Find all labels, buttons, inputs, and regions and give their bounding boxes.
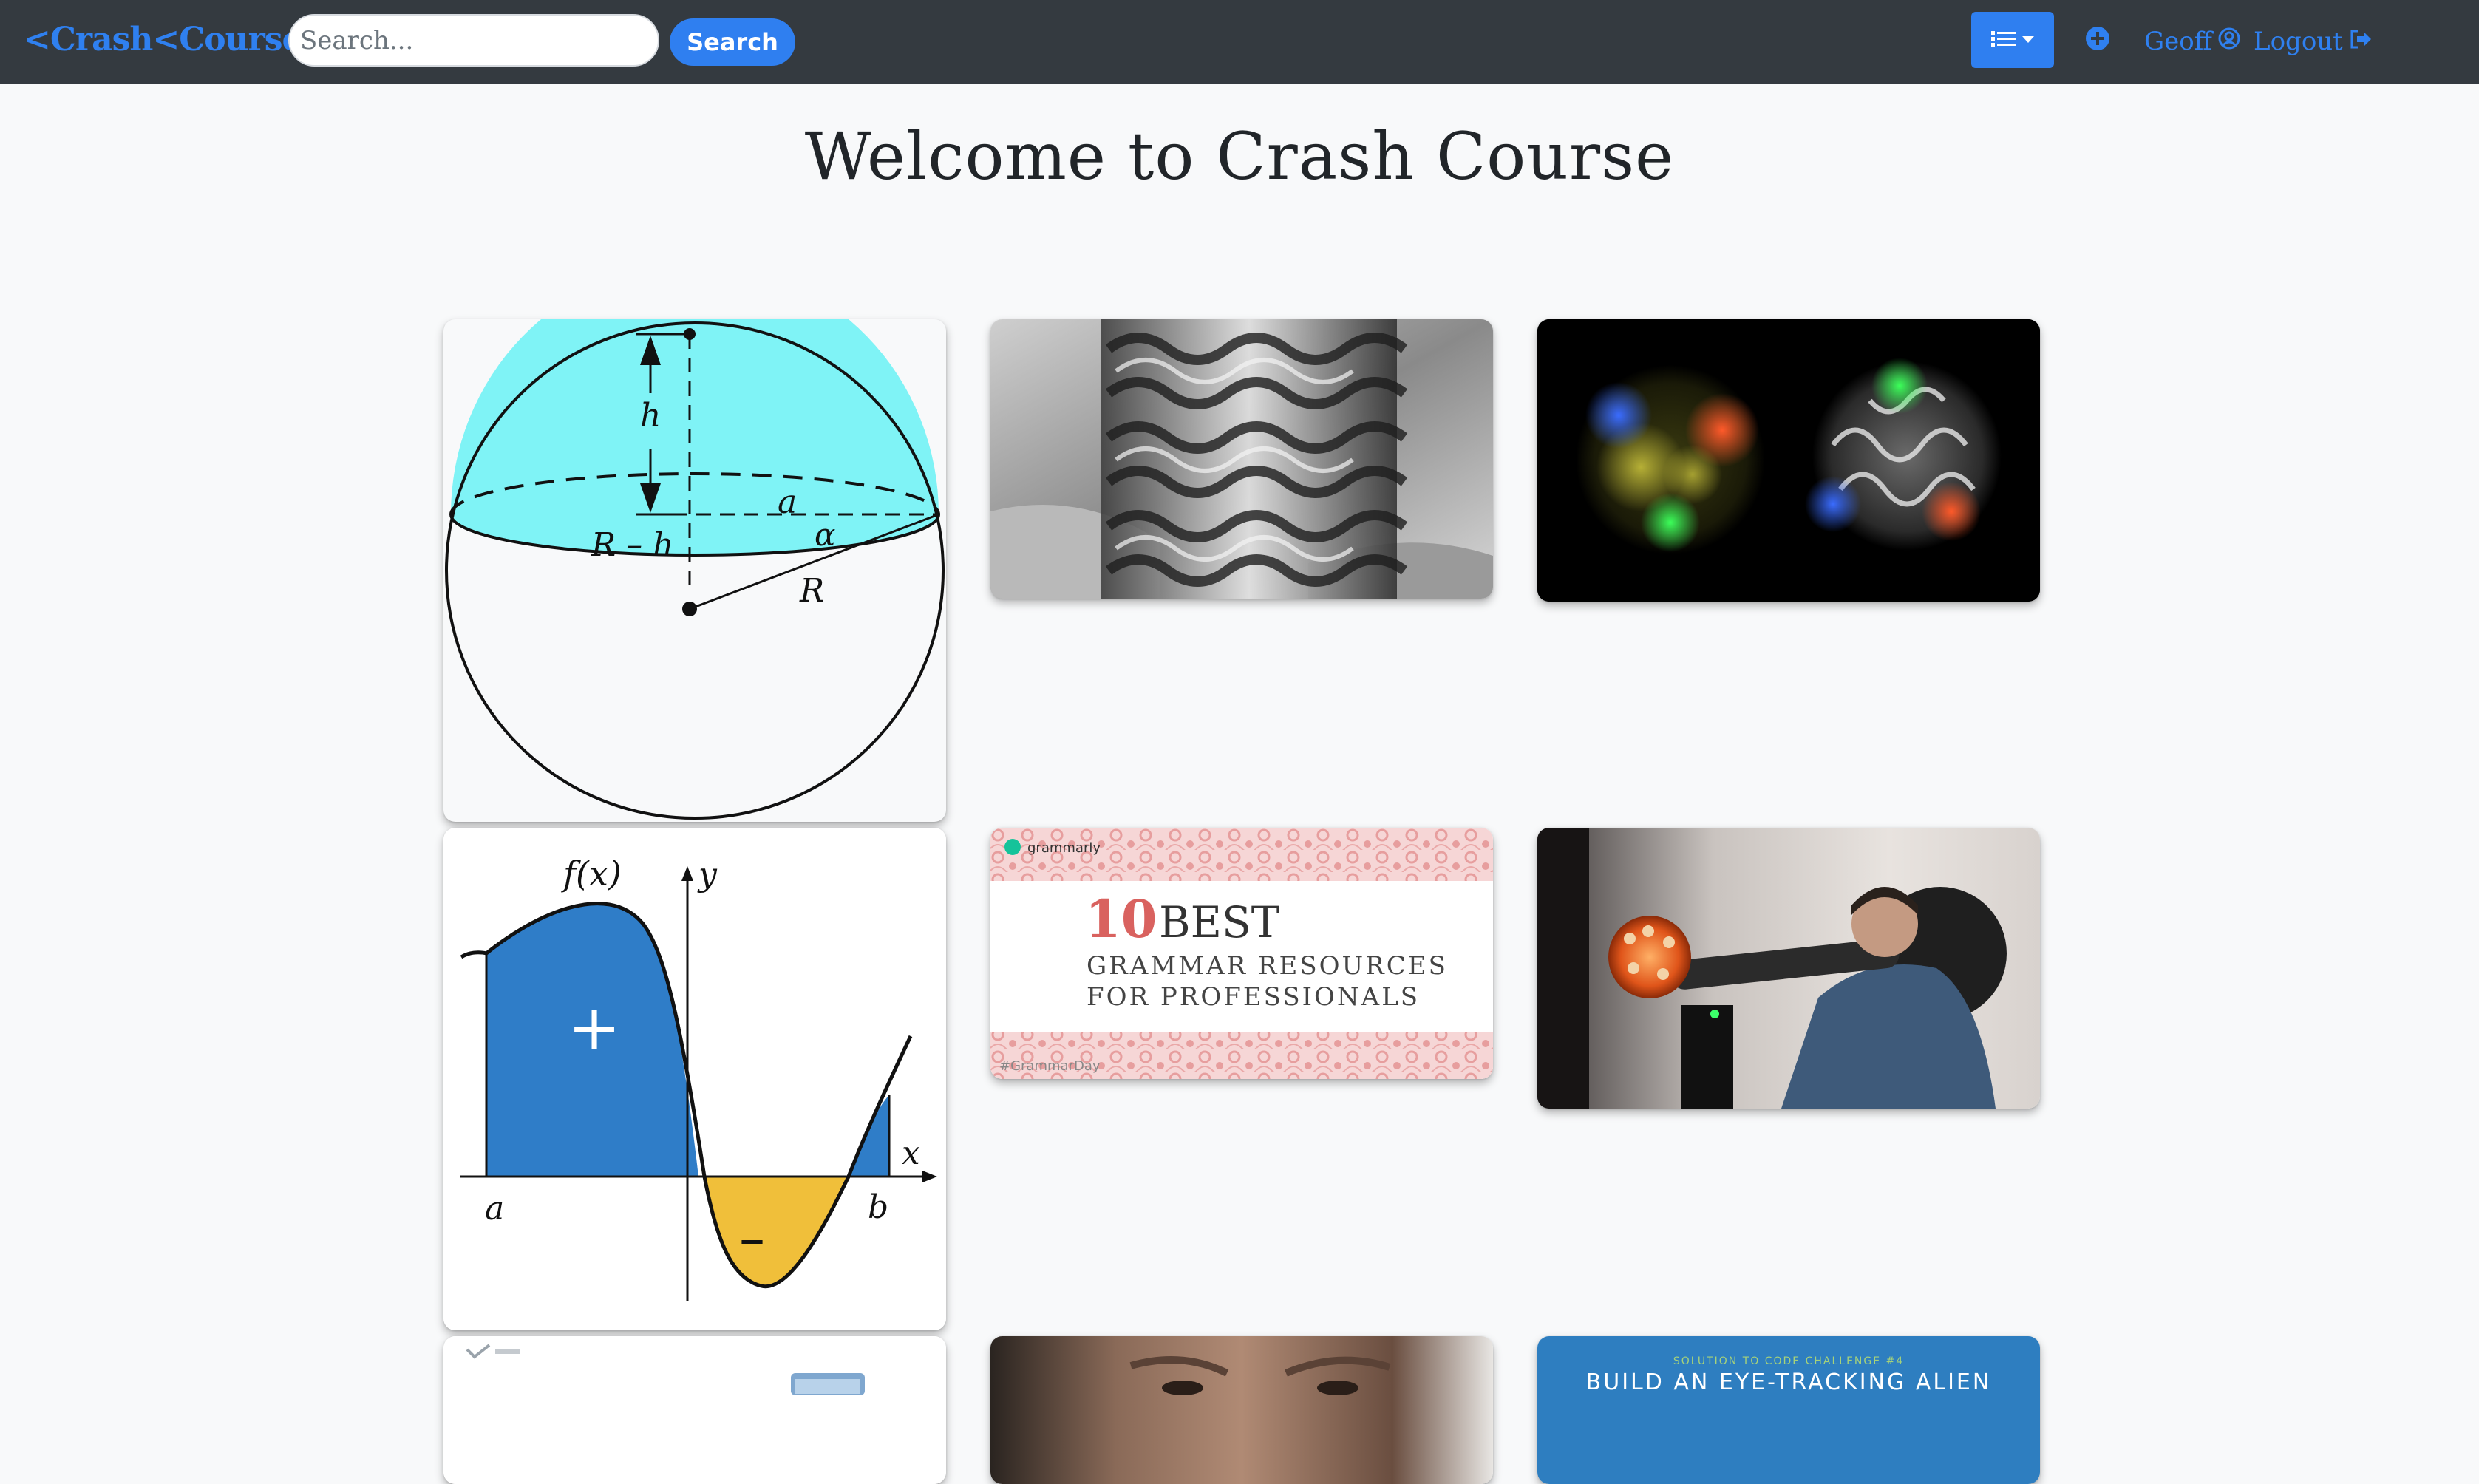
user-profile-link[interactable]: Geoff — [2144, 19, 2240, 64]
search-input[interactable] — [288, 14, 659, 67]
label-minus: – — [739, 1208, 765, 1269]
course-card-sphere[interactable]: h a R – h α R — [443, 319, 946, 822]
search-button[interactable]: Search — [670, 18, 795, 66]
logout-link[interactable]: Logout — [2254, 19, 2373, 64]
label-r-minus-h: R – h — [591, 526, 673, 564]
plus-circle-icon[interactable] — [2084, 25, 2111, 52]
banner-best: BEST — [1159, 897, 1280, 947]
list-icon — [1991, 30, 2016, 51]
label-fx: f(x) — [561, 854, 622, 894]
challenge-kicker: SOLUTION TO CODE CHALLENGE #4 — [1673, 1355, 1904, 1367]
grammarly-brand: grammarly — [1027, 840, 1101, 856]
label-x: x — [902, 1134, 920, 1172]
label-plus: + — [568, 991, 621, 1065]
label-h: h — [640, 397, 661, 435]
sign-out-icon — [2349, 27, 2373, 56]
course-card-grammarly[interactable]: grammarly 10 BEST GRAMMAR RESOURCES FOR … — [990, 828, 1493, 1079]
challenge-title: BUILD AN EYE-TRACKING ALIEN — [1586, 1369, 1992, 1395]
sphere-cap-diagram: h a R – h α R — [445, 319, 945, 820]
course-card-code-challenge[interactable]: SOLUTION TO CODE CHALLENGE #4 BUILD AN E… — [1537, 1336, 2040, 1484]
label-b: b — [868, 1188, 888, 1226]
navbar: <Crash<Course Search Geoff — [0, 0, 2479, 84]
user-circle-icon — [2218, 27, 2240, 56]
label-a: a — [485, 1190, 504, 1228]
page-title: Welcome to Crash Course — [804, 118, 1675, 194]
banner-hashtag: #GrammarDay — [999, 1058, 1101, 1074]
course-card-portrait[interactable] — [990, 1336, 1493, 1484]
grammarly-banner: grammarly 10 BEST GRAMMAR RESOURCES FOR … — [990, 828, 1493, 1079]
brand-logo[interactable]: <Crash<Course — [24, 18, 303, 62]
label-y: y — [697, 856, 718, 894]
course-card-spheres[interactable] — [1537, 319, 2040, 602]
elderly-man-portrait — [990, 1336, 1493, 1484]
course-card-gyroid[interactable] — [990, 319, 1493, 599]
label-a: a — [778, 483, 797, 521]
course-card-blaster[interactable] — [1537, 828, 2040, 1109]
banner-line2: FOR PROFESSIONALS — [1087, 982, 1420, 1012]
menu-dropdown-button[interactable] — [1971, 12, 2054, 68]
code-challenge-thumbnail: SOLUTION TO CODE CHALLENGE #4 BUILD AN E… — [1537, 1336, 2040, 1484]
gyroid-3d-print-photo — [990, 319, 1493, 599]
document-with-flask — [443, 1336, 946, 1484]
glowing-sphere-render — [1537, 319, 2040, 602]
label-r: R — [799, 572, 824, 610]
logout-label: Logout — [2254, 27, 2343, 56]
username: Geoff — [2144, 27, 2212, 56]
course-card-document[interactable] — [443, 1336, 946, 1484]
course-card-integral[interactable]: f(x) y x a b + – — [443, 828, 946, 1330]
caret-down-icon — [2022, 35, 2034, 46]
man-with-prop-blaster-photo — [1537, 828, 2040, 1109]
banner-line1: GRAMMAR RESOURCES — [1087, 951, 1448, 981]
label-alpha: α — [815, 517, 835, 553]
integral-area-graph: f(x) y x a b + – — [443, 828, 946, 1330]
banner-number: 10 — [1085, 888, 1157, 950]
